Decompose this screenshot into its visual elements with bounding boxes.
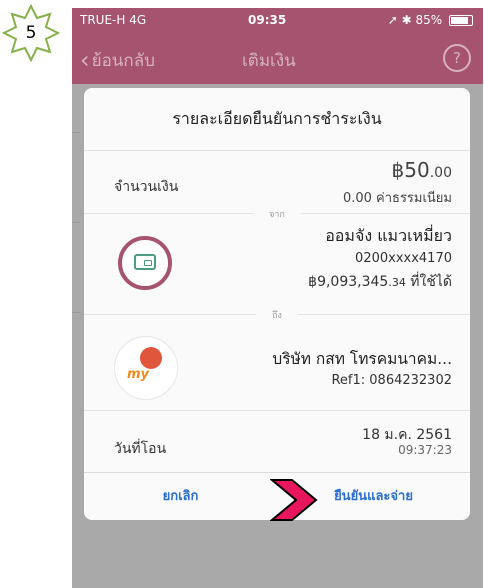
balance-decimal: .34 xyxy=(388,276,406,289)
location-icon: ➚ xyxy=(387,13,398,27)
back-button[interactable]: ‹ ย้อนกลับ xyxy=(80,46,155,74)
from-separator: จาก xyxy=(84,207,470,221)
biller-logo: my xyxy=(114,336,178,400)
fee-value: 0.00 ค่าธรรมเนียม xyxy=(342,191,452,206)
wallet-avatar xyxy=(118,236,172,290)
amount-decimal: .00 xyxy=(429,165,452,181)
chevron-left-icon: ‹ xyxy=(80,46,90,74)
transfer-time: 09:37:23 xyxy=(398,443,452,457)
from-label: จาก xyxy=(253,210,301,220)
back-label: ย้อนกลับ xyxy=(91,51,155,71)
payment-confirmation-dialog: รายละเอียดยืนยันการชำระเงิน จำนวนเงิน ฿5… xyxy=(84,88,470,520)
balance-main: ฿9,093,345 xyxy=(308,274,389,290)
divider xyxy=(84,410,470,411)
battery-percent: 85% xyxy=(415,13,443,27)
biller-name: บริษัท กสท โทรคมนาคม... xyxy=(272,350,452,368)
status-right: ➚ ✱ 85% xyxy=(388,13,473,27)
amount-value: ฿50.00 xyxy=(392,158,452,182)
transfer-date-label: วันที่โอน xyxy=(114,441,167,457)
globe-icon xyxy=(140,347,162,369)
to-separator: ถึง xyxy=(84,308,470,322)
cancel-button[interactable]: ยกเลิก xyxy=(84,473,277,520)
step-badge: 5 xyxy=(2,4,60,62)
biller-reference: Ref1: 0864232302 xyxy=(331,373,452,388)
step-number: 5 xyxy=(25,23,37,43)
help-button[interactable]: ? xyxy=(443,44,471,72)
page-title: เติมเงิน xyxy=(242,51,296,71)
biller-logo-text: my xyxy=(127,367,150,382)
battery-icon xyxy=(449,15,473,26)
wallet-icon xyxy=(134,254,156,270)
chevron-right-pointer-icon xyxy=(270,479,318,521)
clock: 09:35 xyxy=(248,13,287,27)
balance-suffix: ที่ใช้ได้ xyxy=(405,274,452,290)
dialog-title: รายละเอียดยืนยันการชำระเงิน xyxy=(84,88,470,151)
carrier-label: TRUE-H 4G xyxy=(80,13,147,27)
amount-label: จำนวนเงิน xyxy=(114,179,179,195)
to-label: ถึง xyxy=(256,311,298,321)
from-account-number: 0200xxxx4170 xyxy=(355,251,452,266)
amount-main: ฿50 xyxy=(391,158,430,182)
bluetooth-icon: ✱ xyxy=(401,13,412,27)
nav-bar: ‹ ย้อนกลับ เติมเงิน ? xyxy=(72,32,483,84)
from-balance: ฿9,093,345.34 ที่ใช้ได้ xyxy=(308,271,452,293)
status-bar: TRUE-H 4G 09:35 ➚ ✱ 85% xyxy=(72,8,483,32)
from-account-name: ออมจัง แมวเหมี่ยว xyxy=(325,226,452,245)
